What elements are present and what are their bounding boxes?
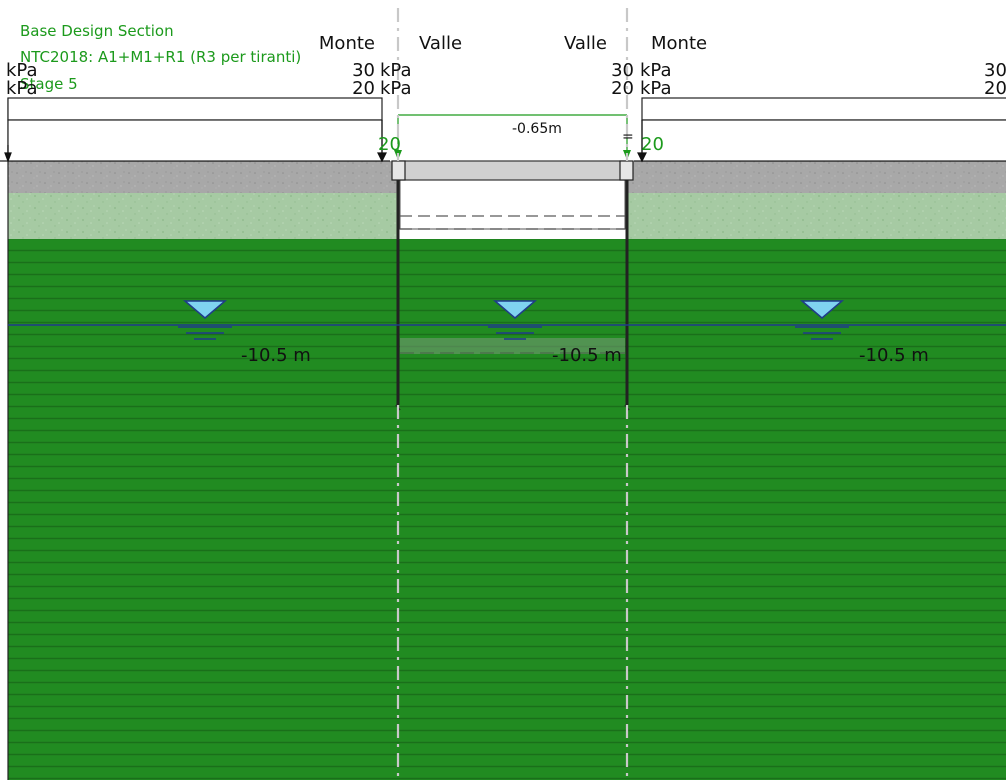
right-load-2-value: 20 <box>611 78 634 99</box>
section-view: Base Design Section NTC2018: A1+M1+R1 (R… <box>0 0 1006 780</box>
right-load-2-unit: kPa <box>640 78 672 99</box>
clay-layer <box>8 239 1006 780</box>
design-approach: NTC2018: A1+M1+R1 (R3 per tiranti) <box>20 48 301 66</box>
strut-elevation-label: -0.65m <box>512 121 562 137</box>
left-unit-2: kPa <box>6 78 38 99</box>
surcharge-right-upper <box>641 97 1006 121</box>
header-info: Base Design Section NTC2018: A1+M1+R1 (R… <box>20 22 301 93</box>
side-labels: Monte Valle Valle Monte <box>319 33 707 54</box>
svg-text:=: = <box>622 129 634 145</box>
excavation-void <box>398 181 627 231</box>
water-label-center: -10.5 m <box>552 345 622 366</box>
strut-annotations: -0.65m 20 20 = <box>378 121 664 155</box>
right-monte-label: Monte <box>651 33 707 54</box>
strut-right-tag: 20 <box>641 134 664 155</box>
left-load-2-unit: kPa <box>380 78 412 99</box>
far-right-load-2: 20 <box>984 78 1006 99</box>
section-name: Base Design Section <box>20 22 174 40</box>
strut-beam <box>397 160 628 181</box>
left-monte-label: Monte <box>319 33 375 54</box>
strut-left-tag: 20 <box>378 134 401 155</box>
left-load-2-value: 20 <box>352 78 375 99</box>
water-label-left: -10.5 m <box>241 345 311 366</box>
left-valle-label: Valle <box>419 33 462 54</box>
sand-layer-left <box>8 193 398 239</box>
surcharge-left-upper <box>7 97 383 121</box>
sand-layer-right <box>627 193 1006 239</box>
surcharge-right-lower <box>641 119 1006 162</box>
right-valle-label: Valle <box>564 33 607 54</box>
surcharge-left-lower <box>7 119 383 162</box>
wall-left <box>391 160 406 181</box>
water-label-right: -10.5 m <box>859 345 929 366</box>
gravel-layer-right <box>627 161 1006 193</box>
wall-right <box>619 160 634 181</box>
soil-layers <box>8 160 1006 780</box>
section-drawing: Base Design Section NTC2018: A1+M1+R1 (R… <box>0 8 1006 780</box>
surcharge-loads <box>7 97 1006 162</box>
gravel-layer-left <box>8 161 398 193</box>
